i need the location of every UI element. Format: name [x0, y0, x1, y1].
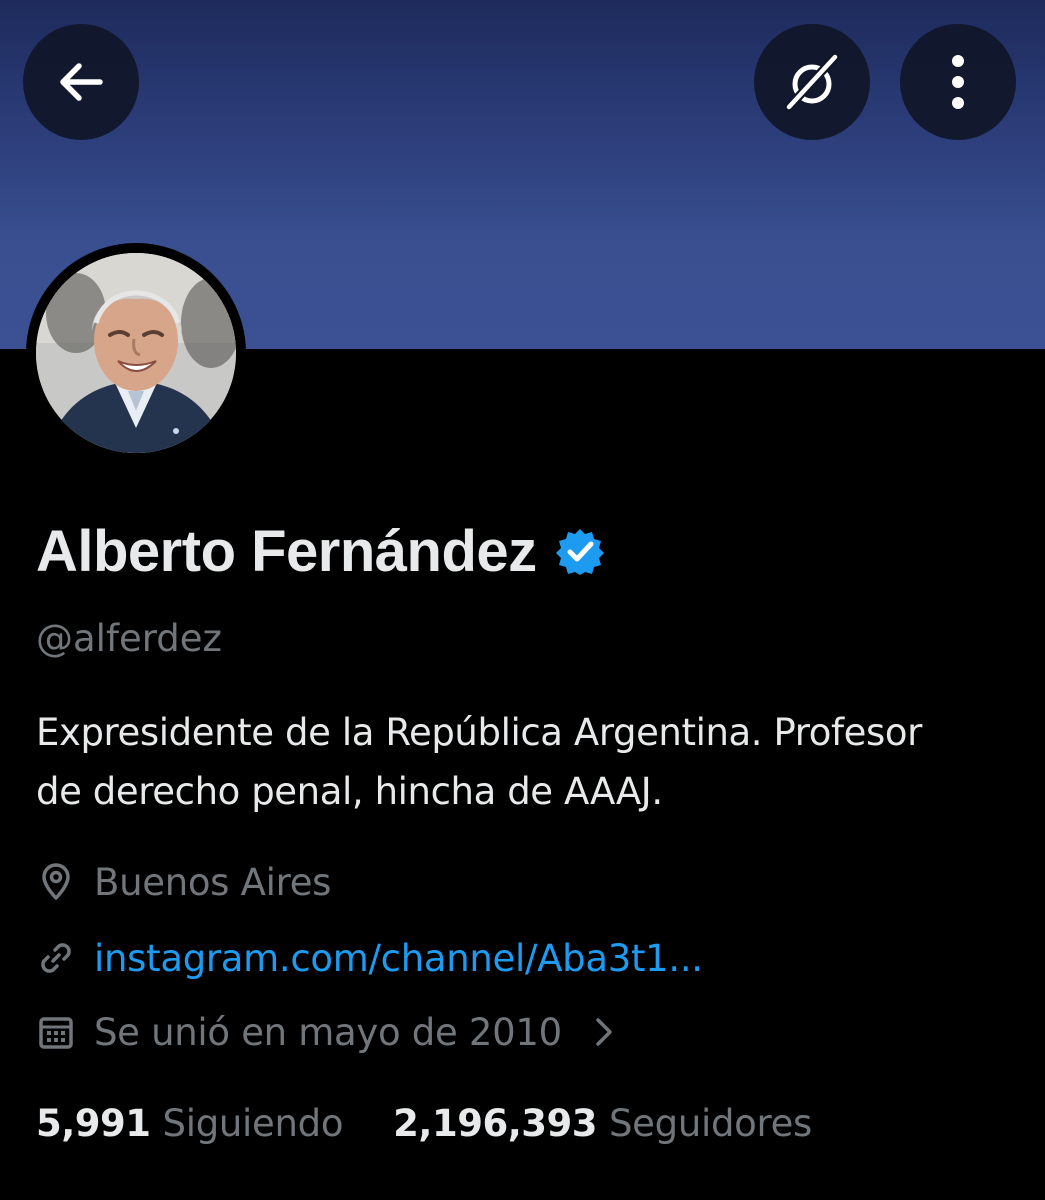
avatar-photo [36, 253, 236, 453]
bio-line-1: Expresidente de la República Argentina. … [36, 711, 922, 754]
website-row: instagram.com/channel/Aba3t1... [36, 934, 703, 982]
back-button[interactable] [23, 24, 139, 140]
profile-name-row: Alberto Fernández [36, 513, 605, 589]
link-icon [41, 943, 71, 973]
grok-icon [784, 52, 840, 112]
joined-text: Se unió en mayo de 2010 [94, 1010, 562, 1054]
following-count[interactable]: 5,991 [36, 1102, 151, 1145]
profile-handle: @alferdez [36, 617, 222, 660]
more-options-button[interactable] [900, 24, 1016, 140]
verified-badge-icon[interactable] [555, 526, 605, 576]
follow-stats: 5,991 Siguiendo 2,196,393 Seguidores [36, 1097, 812, 1149]
profile-screen: Alberto Fernández @alferdez Expresidente… [0, 0, 1045, 1200]
followers-count[interactable]: 2,196,393 [393, 1102, 597, 1145]
following-label[interactable]: Siguiendo [163, 1102, 344, 1145]
profile-bio: Expresidente de la República Argentina. … [36, 703, 1021, 821]
location-row: Buenos Aires [36, 858, 331, 906]
grok-button[interactable] [754, 24, 870, 140]
location-pin-icon [42, 863, 70, 900]
website-link[interactable]: instagram.com/channel/Aba3t1... [94, 937, 703, 980]
calendar-icon [39, 1017, 73, 1049]
chevron-right-icon [596, 1018, 612, 1046]
joined-row[interactable]: Se unió en mayo de 2010 [36, 1008, 618, 1056]
location-text: Buenos Aires [94, 860, 332, 904]
more-vertical-icon [952, 55, 964, 109]
followers-label[interactable]: Seguidores [609, 1102, 812, 1145]
display-name: Alberto Fernández [36, 518, 537, 584]
avatar[interactable] [36, 253, 236, 453]
bio-line-2: de derecho penal, hincha de AAAJ. [36, 770, 663, 813]
arrow-left-icon [60, 63, 103, 101]
